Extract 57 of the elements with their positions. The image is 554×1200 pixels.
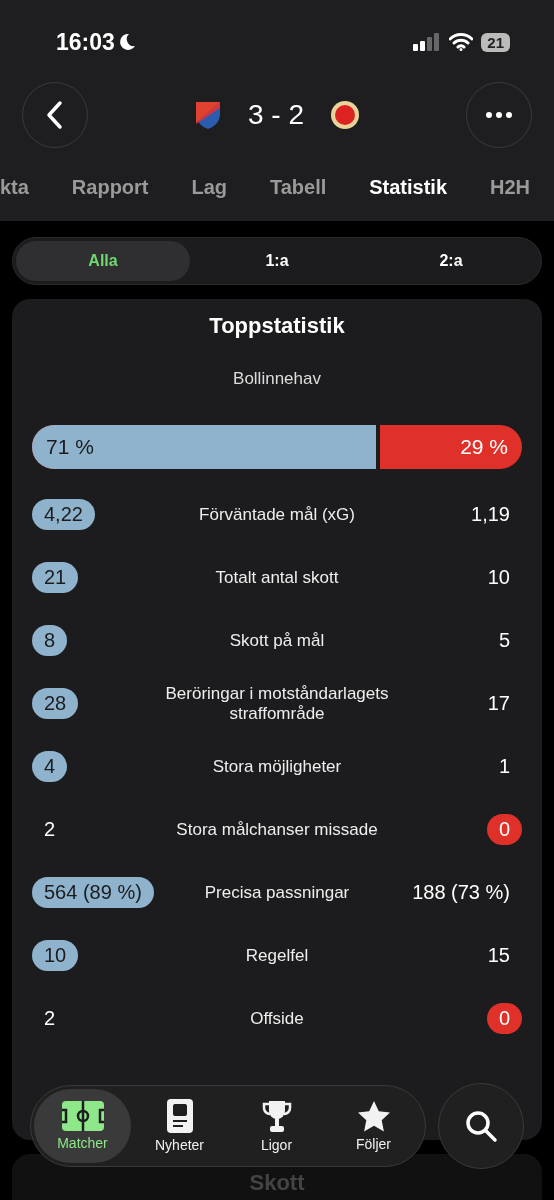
tab[interactable]: Rapport — [71, 176, 149, 199]
match-score: 3 - 2 — [248, 99, 304, 131]
home-value: 2 — [43, 817, 57, 842]
tab[interactable]: Tabell — [269, 176, 327, 199]
stat-label: Totalt antal skott — [214, 567, 340, 588]
tab[interactable]: H2H — [489, 176, 530, 199]
pitch-icon — [61, 1101, 104, 1131]
tab[interactable]: Statistik — [369, 176, 447, 199]
away-value: 1 — [497, 754, 511, 779]
period-tab[interactable]: 1:a — [190, 241, 364, 281]
card-title: Toppstatistik — [208, 313, 346, 339]
away-value: 17 — [486, 691, 511, 716]
nav-item[interactable]: Matcher — [34, 1089, 131, 1163]
more-icon — [486, 112, 512, 118]
status-time: 16:03 — [56, 28, 115, 56]
signal-icon — [413, 33, 442, 51]
home-value: 8 — [32, 625, 68, 656]
stat-label: Precisa passningar — [203, 882, 351, 903]
newspaper-icon — [166, 1099, 193, 1133]
stat-label: Beröringar i motståndarlagets straffområde — [164, 683, 390, 724]
away-value: 0 — [486, 1003, 522, 1034]
period-tab[interactable]: 2:a — [364, 241, 538, 281]
away-value: 15 — [486, 943, 511, 968]
stat-label: Offside — [249, 1008, 305, 1029]
tab[interactable]: Lag — [191, 176, 227, 199]
star-icon — [356, 1100, 391, 1132]
battery-level: 21 — [481, 32, 510, 52]
home-value: 21 — [32, 562, 79, 593]
stat-label: Stora möjligheter — [211, 756, 343, 777]
round-crest-icon — [330, 100, 360, 130]
tab[interactable]: kta — [0, 176, 29, 199]
stat-label: Regelfel — [244, 945, 310, 966]
home-possession-fill: 71 % — [32, 425, 380, 469]
away-value: 1,19 — [470, 502, 511, 527]
home-value: 4,22 — [32, 499, 95, 530]
away-value: 5 — [497, 628, 511, 653]
stat-label: Stora målchanser missade — [175, 819, 379, 840]
away-value: 0 — [486, 814, 522, 845]
search-icon — [464, 1109, 498, 1143]
nav-item[interactable]: Följer — [325, 1089, 422, 1163]
stat-label: Förväntade mål (xG) — [198, 504, 356, 525]
stat-label: Bollinnehav — [232, 369, 322, 389]
stat-label: Skott på mål — [228, 630, 326, 651]
home-value: 4 — [32, 751, 68, 782]
home-value: 10 — [32, 940, 79, 971]
trophy-icon — [260, 1099, 293, 1133]
shield-crest-icon — [194, 100, 222, 130]
home-value: 564 (89 %) — [32, 877, 154, 908]
home-value: 28 — [32, 688, 79, 719]
nav-item[interactable]: Ligor — [228, 1089, 325, 1163]
away-value: 188 (73 %) — [411, 880, 511, 905]
wifi-icon — [449, 33, 474, 51]
home-value: 2 — [43, 1006, 57, 1031]
away-possession-value: 29 % — [460, 435, 509, 459]
nav-item[interactable]: Nyheter — [131, 1089, 228, 1163]
period-tab[interactable]: Alla — [16, 241, 190, 281]
away-value: 10 — [486, 565, 511, 590]
